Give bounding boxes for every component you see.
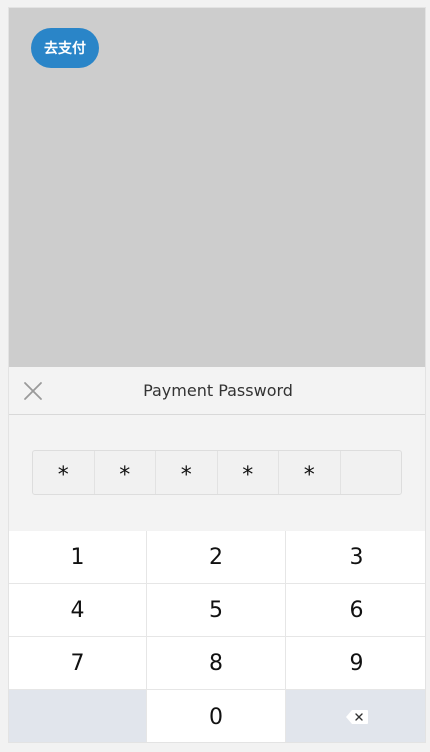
key-6[interactable]: 6 (286, 584, 425, 637)
key-0[interactable]: 0 (147, 690, 286, 742)
backspace-icon (345, 710, 368, 724)
key-4[interactable]: 4 (9, 584, 147, 637)
numeric-keypad: 1 2 3 4 5 6 7 8 9 0 (9, 531, 425, 742)
password-digit-1: * (33, 451, 95, 494)
key-9[interactable]: 9 (286, 637, 425, 690)
close-icon[interactable] (21, 379, 45, 403)
app-frame: 去支付 Payment Password * * * * * 1 2 3 4 5… (8, 7, 426, 743)
key-8[interactable]: 8 (147, 637, 286, 690)
password-area: * * * * * (9, 415, 425, 531)
key-7[interactable]: 7 (9, 637, 147, 690)
password-digit-2: * (95, 451, 156, 494)
password-digit-4: * (218, 451, 279, 494)
delete-key[interactable] (286, 690, 425, 742)
go-pay-button[interactable]: 去支付 (31, 28, 99, 68)
password-input[interactable]: * * * * * (32, 450, 402, 495)
password-digit-3: * (156, 451, 218, 494)
key-5[interactable]: 5 (147, 584, 286, 637)
password-digit-5: * (279, 451, 341, 494)
sheet-header: Payment Password (9, 367, 425, 415)
key-3[interactable]: 3 (286, 531, 425, 584)
sheet-title: Payment Password (143, 381, 293, 400)
key-1[interactable]: 1 (9, 531, 147, 584)
key-2[interactable]: 2 (147, 531, 286, 584)
payment-password-sheet: Payment Password * * * * * 1 2 3 4 5 6 7… (9, 367, 425, 742)
key-blank (9, 690, 147, 742)
password-digit-6 (341, 451, 402, 494)
